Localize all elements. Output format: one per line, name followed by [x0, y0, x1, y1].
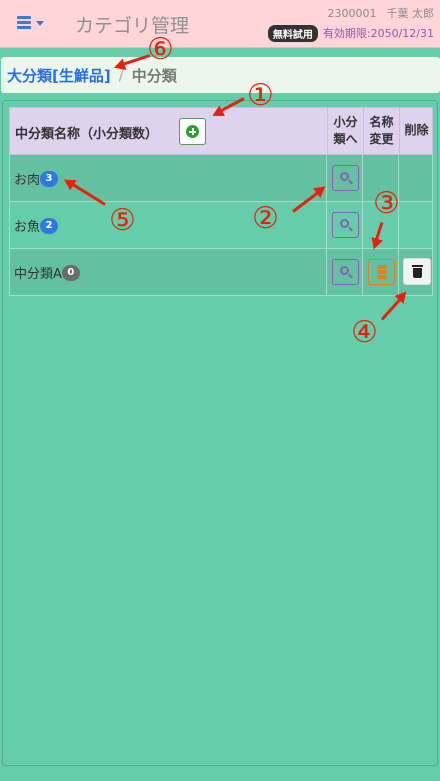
annotation-1: ①: [247, 78, 274, 113]
table-body: お肉 3 お魚 2 中分類A 0: [9, 155, 433, 296]
breadcrumb: 大分類[生鮮品] / 中分類: [1, 57, 440, 93]
breadcrumb-current: 中分類: [131, 66, 177, 85]
view-subcategories-button[interactable]: [332, 259, 359, 285]
annotation-2: ②: [252, 201, 279, 236]
subcategory-table: 中分類名称（小分類数） 小分 類へ 名称 変更 削除 お肉 3 お魚 2 中分類…: [9, 107, 433, 296]
subcategory-count-badge: 2: [40, 217, 59, 234]
breadcrumb-parent-link[interactable]: 大分類[生鮮品]: [7, 65, 111, 86]
row-label: お魚 2: [14, 216, 59, 235]
annotation-5: ⑤: [109, 203, 136, 238]
header-rename: 名称 変更: [363, 108, 399, 154]
header-rename-line2: 変更: [369, 132, 394, 146]
user-name: 千葉 太郎: [386, 7, 435, 20]
app-header: カテゴリ管理 2300001 千葉 太郎 無料試用 有効期限:2050/12/31: [0, 0, 440, 48]
subcategory-count-badge: 3: [40, 170, 59, 187]
plan-badge: 無料試用: [267, 24, 318, 42]
rename-button[interactable]: [368, 259, 395, 285]
row-label: お肉 3: [14, 169, 59, 188]
plan-info: 無料試用 有効期限:2050/12/31: [267, 24, 434, 42]
plus-circle-icon: [186, 125, 199, 138]
caret-down-icon: [36, 21, 44, 26]
annotation-4: ④: [351, 315, 378, 350]
header-rename-line1: 名称: [369, 115, 394, 129]
view-subcategories-button[interactable]: [332, 165, 359, 191]
header-to-sub: 小分 類へ: [327, 108, 363, 154]
row-name: お肉: [14, 173, 41, 188]
row-label: 中分類A 0: [14, 263, 80, 282]
header-name: 中分類名称（小分類数）: [15, 127, 159, 142]
table-row: 中分類A 0: [9, 249, 433, 296]
view-subcategories-button[interactable]: [332, 212, 359, 238]
add-category-button[interactable]: [179, 118, 206, 145]
annotation-6: ⑥: [147, 32, 174, 67]
header-to-sub-line2: 類へ: [333, 132, 358, 146]
row-name: お魚: [14, 220, 41, 235]
expiry-date: 有効期限:2050/12/31: [322, 27, 434, 40]
subcategory-count-badge: 0: [61, 264, 80, 281]
hamburger-icon: [17, 16, 31, 29]
row-name: 中分類A: [14, 267, 62, 282]
header-delete: 削除: [399, 108, 433, 154]
header-to-sub-line1: 小分: [333, 115, 358, 129]
menu-button[interactable]: [14, 12, 48, 34]
annotation-3: ③: [373, 186, 400, 221]
delete-button[interactable]: [403, 258, 431, 285]
user-id: 2300001: [327, 7, 377, 20]
user-info: 2300001 千葉 太郎: [328, 5, 435, 21]
